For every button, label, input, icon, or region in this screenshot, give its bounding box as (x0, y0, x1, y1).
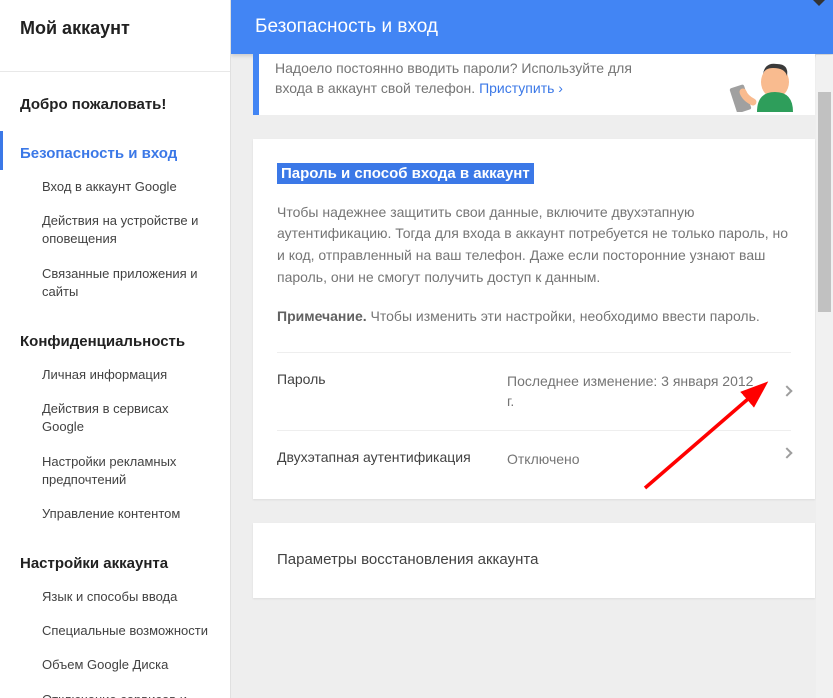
sidebar-section-privacy[interactable]: Конфиденциальность (0, 319, 230, 358)
sidebar-section-security[interactable]: Безопасность и вход (0, 131, 230, 170)
divider (0, 71, 230, 72)
setting-label-password: Пароль (277, 371, 507, 387)
sidebar-item-accessibility[interactable]: Специальные возможности (0, 614, 230, 648)
promo-card: Надоело постоянно вводить пароли? Исполь… (253, 54, 815, 115)
setting-label-2fa: Двухэтапная аутентификация (277, 449, 507, 465)
scrollbar-thumb[interactable] (818, 92, 831, 312)
sidebar-item-content[interactable]: Управление контентом (0, 497, 230, 531)
setting-value-password: Последнее изменение: 3 января 2012 г. (507, 371, 791, 412)
signin-method-panel: Пароль и способ входа в аккаунт Чтобы на… (253, 139, 815, 499)
sidebar-item-signin[interactable]: Вход в аккаунт Google (0, 170, 230, 204)
recovery-panel-title: Параметры восстановления аккаунта (277, 547, 791, 568)
sidebar-title: Мой аккаунт (0, 0, 230, 61)
setting-row-password[interactable]: Пароль Последнее изменение: 3 января 201… (277, 352, 791, 430)
sidebar-section-account[interactable]: Настройки аккаунта (0, 541, 230, 580)
sidebar-item-ads[interactable]: Настройки рекламных предпочтений (0, 445, 230, 497)
promo-illustration (695, 54, 815, 112)
sidebar-welcome[interactable]: Добро пожаловать! (0, 82, 230, 121)
sidebar-item-disable-services[interactable]: Отключение сервисов и (0, 683, 230, 698)
sidebar-item-storage[interactable]: Объем Google Диска (0, 648, 230, 682)
panel-title: Пароль и способ входа в аккаунт (277, 163, 534, 184)
sidebar-item-personal-info[interactable]: Личная информация (0, 358, 230, 392)
setting-row-2fa[interactable]: Двухэтапная аутентификация Отключено (277, 430, 791, 475)
panel-description: Чтобы надежнее защитить свои данные, вкл… (277, 202, 791, 289)
main-content: Безопасность и вход Надоело постоянно вв… (231, 0, 833, 698)
sidebar-item-activity[interactable]: Действия в сервисах Google (0, 392, 230, 444)
sidebar-item-device-activity[interactable]: Действия на устройстве и оповещения (0, 204, 230, 256)
panel-note: Примечание. Чтобы изменить эти настройки… (277, 306, 791, 328)
setting-value-2fa: Отключено (507, 449, 791, 469)
promo-cta-link[interactable]: Приступить (479, 80, 563, 96)
sidebar-item-connected-apps[interactable]: Связанные приложения и сайты (0, 257, 230, 309)
page-header: Безопасность и вход (231, 0, 833, 54)
sidebar-item-language[interactable]: Язык и способы ввода (0, 580, 230, 614)
sidebar: Мой аккаунт Добро пожаловать! Безопаснос… (0, 0, 231, 698)
recovery-panel: Параметры восстановления аккаунта (253, 523, 815, 598)
page-title: Безопасность и вход (255, 16, 438, 37)
